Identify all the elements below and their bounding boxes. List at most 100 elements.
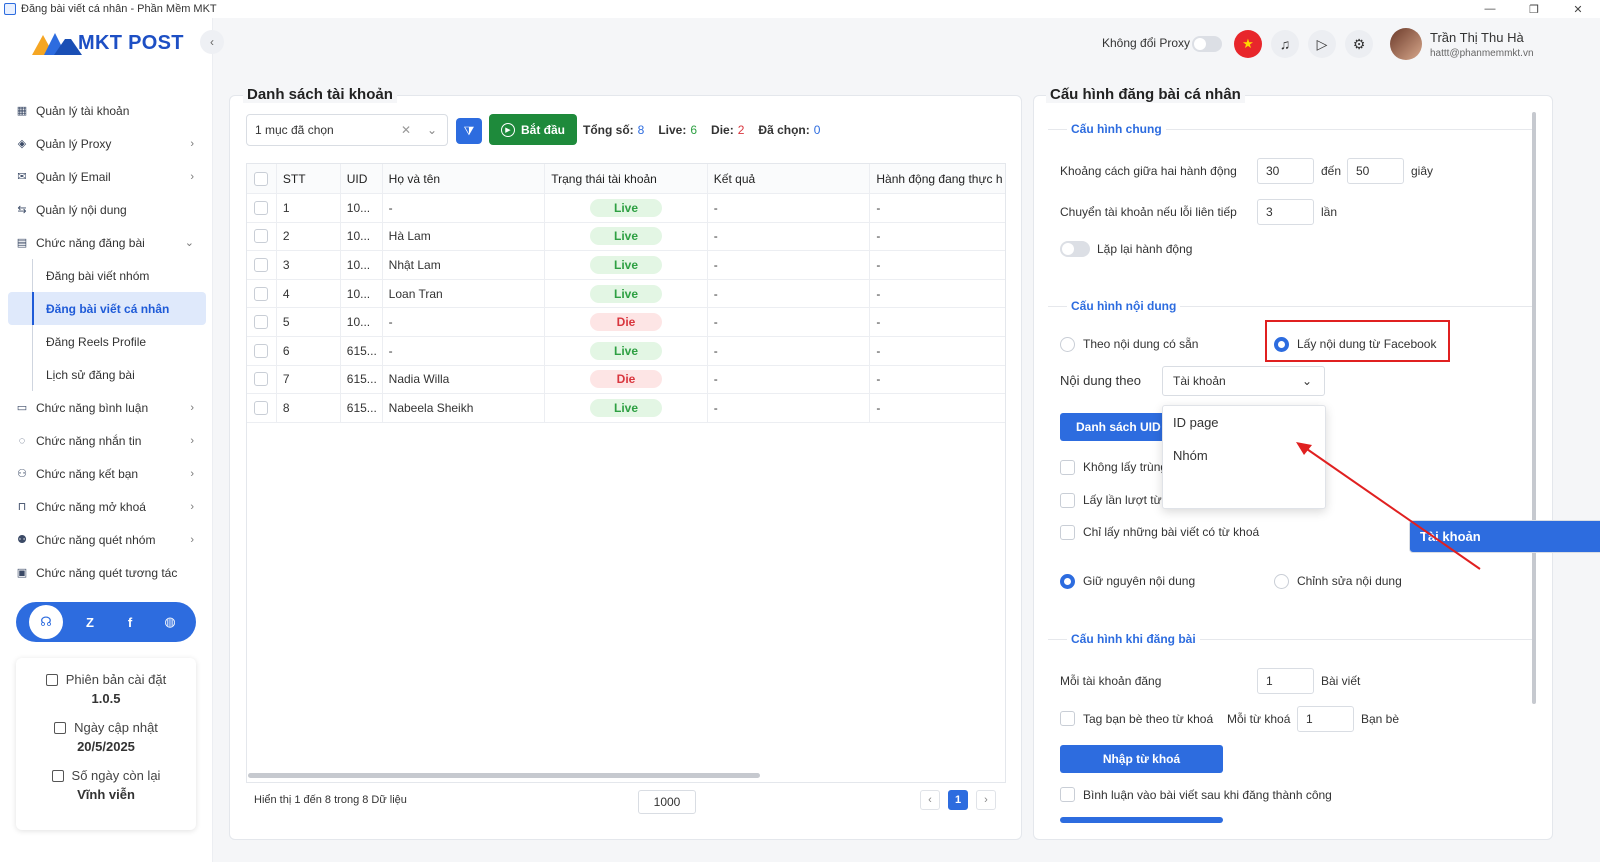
row-checkbox[interactable] [254, 229, 269, 244]
import-keywords-button[interactable]: Nhập từ khoá [1060, 745, 1223, 773]
user-profile[interactable]: Trần Thị Thu Hà hattt@phanmemmkt.vn [1390, 28, 1534, 60]
radio-available-content[interactable] [1060, 337, 1075, 352]
bell-icon[interactable]: ♫ [1271, 30, 1299, 58]
support-icon[interactable]: ☊ [29, 605, 63, 639]
table-row[interactable]: 2 10... Hà Lam Live - - [247, 222, 1005, 252]
gear-icon[interactable]: ⚙ [1345, 30, 1373, 58]
globe-icon[interactable]: ◍ [157, 609, 183, 635]
table-row[interactable]: 8 615... Nabeela Sheikh Live - - [247, 394, 1005, 423]
partial-button[interactable] [1060, 817, 1223, 823]
no-duplicate-checkbox[interactable] [1060, 460, 1075, 475]
avatar [1390, 28, 1422, 60]
sidebar-item-email[interactable]: ✉ Quản lý Email › [8, 160, 206, 193]
delay-from-input[interactable]: 30 [1257, 158, 1314, 184]
cell-action: - [876, 286, 881, 301]
row-checkbox[interactable] [254, 343, 269, 358]
in-turn-checkbox[interactable] [1060, 493, 1075, 508]
comment-after-post-checkbox[interactable] [1060, 787, 1075, 802]
clear-icon[interactable]: ✕ [401, 123, 411, 137]
posts-per-account-input[interactable]: 1 [1257, 668, 1314, 694]
table-row[interactable]: 6 615... - Live - - [247, 336, 1005, 366]
select-all-checkbox[interactable] [254, 171, 269, 186]
sidebar-subitem-group-post[interactable]: Đăng bài viết nhóm [8, 259, 206, 292]
logo: MKT POST [32, 32, 184, 55]
accounts-panel-title: Danh sách tài khoản [243, 86, 397, 103]
group-icon: ⚉ [17, 534, 27, 546]
column-header[interactable]: Trạng thái tài khoản [545, 164, 708, 193]
vertical-scrollbar[interactable] [1532, 112, 1536, 704]
radio-facebook-content[interactable] [1274, 337, 1289, 352]
status-badge: Live [590, 398, 662, 417]
content-source-select[interactable]: Tài khoản ⌄ [1162, 366, 1325, 396]
sidebar-subitem-reels[interactable]: Đăng Reels Profile [8, 325, 206, 358]
chevron-right-icon: › [190, 467, 194, 480]
row-checkbox[interactable] [254, 286, 269, 301]
annotation-arrow-icon [1296, 442, 1481, 570]
column-header[interactable]: Hành động đang thực h [870, 164, 1005, 193]
repeat-action-toggle[interactable] [1060, 241, 1090, 257]
dropdown-option-id-page[interactable]: ID page [1163, 406, 1325, 439]
table-body: 1 10... - Live - -2 10... Hà Lam Live - -3 10... Nhậ… [247, 194, 1005, 423]
sidebar-item-proxy[interactable]: ◈ Quản lý Proxy › [8, 127, 206, 160]
uid-list-button[interactable]: Danh sách UID t [1060, 413, 1170, 441]
layers-icon: ◈ [17, 138, 27, 150]
table-row[interactable]: 5 10... - Die - - [247, 308, 1005, 337]
row-checkbox[interactable] [254, 200, 269, 215]
version-icon [45, 673, 58, 686]
row-checkbox[interactable] [254, 315, 269, 330]
delay-to-input[interactable]: 50 [1347, 158, 1404, 184]
zalo-icon[interactable]: Z [77, 609, 103, 635]
prev-page-button[interactable]: ‹ [920, 790, 940, 810]
row-checkbox[interactable] [254, 257, 269, 272]
radio-keep-content[interactable] [1060, 574, 1075, 589]
table-row[interactable]: 4 10... Loan Tran Live - - [247, 279, 1005, 309]
sidebar-item-scan-group[interactable]: ⚉ Chức năng quét nhóm › [8, 523, 206, 556]
account-selection-dropdown[interactable]: 1 mục đã chọn ✕ ⌄ [246, 114, 448, 146]
error-threshold-input[interactable]: 3 [1257, 199, 1314, 225]
box-icon [51, 769, 64, 782]
sidebar-item-accounts[interactable]: ▦ Quản lý tài khoản [8, 94, 206, 127]
proxy-toggle[interactable] [1192, 36, 1222, 52]
maximize-button[interactable]: ❐ [1512, 0, 1556, 18]
sidebar-item-comment[interactable]: ▭ Chức năng bình luận › [8, 391, 206, 424]
table-row[interactable]: 7 615... Nadia Willa Die - - [247, 365, 1005, 395]
column-header[interactable]: Họ và tên [383, 164, 546, 193]
table-row[interactable]: 1 10... - Live - - [247, 194, 1005, 223]
friends-per-keyword-input[interactable]: 1 [1297, 706, 1354, 732]
facebook-icon[interactable]: f [117, 609, 143, 635]
filter-button[interactable]: ⧩ [456, 118, 482, 144]
sidebar-item-posting[interactable]: ▤ Chức năng đăng bài ⌄ [8, 226, 206, 259]
play-icon[interactable]: ▷ [1308, 30, 1336, 58]
minimize-button[interactable]: — [1468, 0, 1512, 18]
row-checkbox[interactable] [254, 372, 269, 387]
row-checkbox[interactable] [254, 400, 269, 415]
column-header[interactable]: STT [277, 164, 341, 193]
tag-friends-checkbox[interactable] [1060, 711, 1075, 726]
sidebar-item-message[interactable]: ◌ Chức năng nhắn tin › [8, 424, 206, 457]
sidebar-subitem-history[interactable]: Lịch sử đăng bài [8, 358, 206, 391]
sidebar-item-unlock[interactable]: ⊓ Chức năng mở khoá › [8, 490, 206, 523]
page-size-input[interactable]: 1000 [638, 790, 696, 814]
cell-uid: 10... [341, 308, 383, 336]
filter-icon: ⧩ [463, 123, 475, 138]
sidebar-item-scan-interaction[interactable]: ▣ Chức năng quét tương tác [8, 556, 206, 589]
vietnam-flag-icon[interactable]: ★ [1234, 30, 1262, 58]
sidebar-item-content[interactable]: ⇆ Quản lý nội dung [8, 193, 206, 226]
keyword-only-checkbox[interactable] [1060, 525, 1075, 540]
start-button[interactable]: ▶ Bắt đầu [489, 114, 577, 145]
next-page-button[interactable]: › [976, 790, 996, 810]
page-button-current[interactable]: 1 [948, 790, 968, 810]
collapse-sidebar-button[interactable]: ‹ [200, 30, 224, 54]
close-button[interactable]: ✕ [1556, 0, 1600, 18]
keyword-only-label: Chỉ lấy những bài viết có từ khoá [1083, 525, 1260, 539]
column-header[interactable]: UID [341, 164, 383, 193]
column-header[interactable]: Kết quả [708, 164, 871, 193]
radio-edit-content[interactable] [1274, 574, 1289, 589]
cell-name: - [383, 194, 546, 222]
table-row[interactable]: 3 10... Nhật Lam Live - - [247, 251, 1005, 280]
horizontal-scrollbar[interactable] [248, 773, 760, 778]
sidebar-subitem-personal-post[interactable]: Đăng bài viết cá nhân [8, 292, 206, 325]
days-remaining-value: Vĩnh viễn [77, 787, 135, 802]
sidebar-item-friends[interactable]: ⚇ Chức năng kết bạn › [8, 457, 206, 490]
cell-name: - [383, 308, 546, 336]
